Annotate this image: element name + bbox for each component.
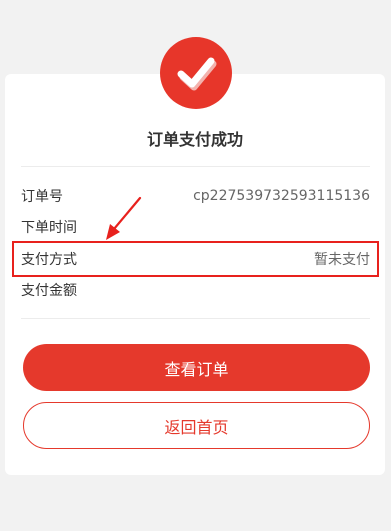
checkmark-icon (177, 57, 217, 91)
divider (21, 318, 370, 319)
order-number-label: 订单号 (21, 189, 63, 205)
page-title: 订单支付成功 (146, 130, 243, 149)
order-time-row: 下单时间 (21, 215, 370, 239)
annotation-arrow-icon (106, 196, 142, 240)
view-order-button[interactable]: 查看订单 (23, 344, 370, 391)
order-time-label: 下单时间 (21, 220, 77, 236)
order-number-row: 订单号 cp227539732593115136 (21, 184, 370, 208)
payment-amount-row: 支付金额 (21, 278, 370, 302)
back-home-button[interactable]: 返回首页 (23, 402, 370, 449)
payment-amount-label: 支付金额 (21, 283, 77, 299)
highlight-box (12, 241, 379, 277)
order-number-value: cp227539732593115136 (193, 188, 370, 204)
success-badge (160, 37, 232, 109)
divider (21, 166, 370, 167)
